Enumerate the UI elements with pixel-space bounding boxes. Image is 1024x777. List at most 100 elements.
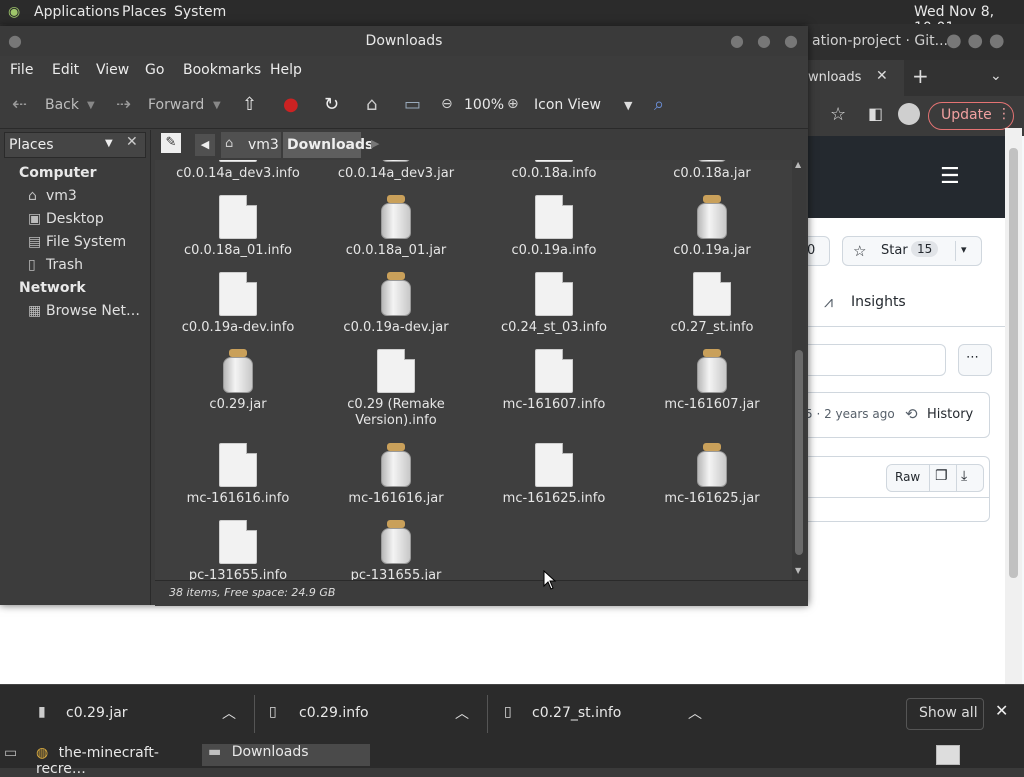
- download-icon[interactable]: ⤓: [961, 468, 967, 484]
- file-item[interactable]: c0.24_st_03.info: [479, 272, 629, 336]
- path-forward-chevron-icon[interactable]: ▶: [371, 137, 379, 150]
- show-all-button[interactable]: Show all: [906, 698, 984, 730]
- menu-go[interactable]: Go: [145, 62, 164, 78]
- browser-tab[interactable]: wnloads ✕: [808, 60, 904, 96]
- gnome-logo-icon[interactable]: ◉: [8, 4, 20, 20]
- close-icon[interactable]: ●: [784, 31, 798, 50]
- forward-button[interactable]: Forward: [148, 97, 204, 113]
- file-item[interactable]: pc-131655.jar: [321, 520, 471, 580]
- forward-arrow-icon[interactable]: ⇢: [116, 94, 131, 115]
- sidebar-item-file-system[interactable]: ▤ File System: [28, 234, 126, 250]
- file-search-input[interactable]: [805, 344, 946, 376]
- file-item[interactable]: c0.0.18a_01.jar: [321, 195, 471, 259]
- up-arrow-icon[interactable]: ⇧: [242, 94, 257, 115]
- file-item[interactable]: c0.0.18a_01.info: [163, 195, 313, 259]
- window-buttons-icon[interactable]: ● ● ●: [946, 30, 1005, 51]
- browser-scrollbar[interactable]: [1005, 128, 1022, 684]
- show-desktop-icon[interactable]: ▭: [4, 745, 17, 765]
- close-sidebar-icon[interactable]: ✕: [126, 134, 138, 150]
- bookmark-star-icon[interactable]: ☆: [830, 104, 846, 125]
- file-item[interactable]: c0.0.19a.jar: [637, 195, 787, 259]
- sidebar-item-trash[interactable]: ▯ Trash: [28, 257, 83, 273]
- path-crumb-downloads[interactable]: Downloads: [283, 132, 373, 158]
- home-icon[interactable]: ⌂: [366, 94, 377, 115]
- file-item[interactable]: c0.29.jar: [163, 349, 313, 413]
- search-icon[interactable]: ⌕: [654, 94, 664, 115]
- tab-search-chevron-icon[interactable]: ⌄: [990, 68, 1002, 84]
- menu-bookmarks[interactable]: Bookmarks: [183, 62, 261, 78]
- places-menu[interactable]: Places: [122, 4, 167, 20]
- file-item[interactable]: c0.0.18a.jar: [637, 160, 787, 182]
- sidebar-selector[interactable]: Places ▼: [4, 132, 146, 158]
- menu-edit[interactable]: Edit: [52, 62, 79, 78]
- copy-icon[interactable]: ❐: [935, 468, 948, 484]
- file-icon-view[interactable]: c0.0.14a_dev3.info c0.0.14a_dev3.jar c0.0.…: [155, 160, 792, 580]
- star-button[interactable]: ☆ Star 15 ▾: [842, 236, 982, 266]
- reload-icon[interactable]: ↻: [324, 94, 339, 115]
- system-menu[interactable]: System: [174, 4, 226, 20]
- more-options-button[interactable]: ⋯: [958, 344, 992, 376]
- file-item[interactable]: mc-161607.info: [479, 349, 629, 413]
- back-arrow-icon[interactable]: ⇠: [12, 94, 27, 115]
- chevron-up-icon[interactable]: ︿: [688, 703, 702, 723]
- download-item[interactable]: ▮ c0.29.jar ︿: [0, 685, 254, 743]
- file-item[interactable]: mc-161616.jar: [321, 443, 471, 507]
- raw-button[interactable]: Raw: [895, 470, 920, 484]
- file-manager-titlebar[interactable]: ● Downloads ● ● ●: [0, 26, 808, 56]
- back-button[interactable]: Back: [45, 97, 79, 113]
- hamburger-menu-icon[interactable]: ☰: [940, 164, 960, 189]
- file-item[interactable]: c0.0.19a.info: [479, 195, 629, 259]
- new-tab-icon[interactable]: +: [912, 64, 929, 88]
- file-item[interactable]: mc-161616.info: [163, 443, 313, 507]
- edit-location-icon[interactable]: ✎: [161, 133, 181, 153]
- chevron-up-icon[interactable]: ︿: [455, 703, 469, 723]
- file-item[interactable]: mc-161607.jar: [637, 349, 787, 413]
- sidebar-item-desktop[interactable]: ▣ Desktop: [28, 211, 104, 227]
- minimize-icon[interactable]: ●: [730, 31, 744, 50]
- side-panel-icon[interactable]: ◧: [868, 104, 883, 123]
- menu-file[interactable]: File: [10, 62, 33, 78]
- taskbar-item-browser[interactable]: ◍ the-minecraft-recre…: [36, 745, 200, 777]
- applications-menu[interactable]: Applications: [34, 4, 120, 20]
- file-item[interactable]: c0.0.19a-dev.info: [163, 272, 313, 336]
- computer-icon[interactable]: ▭: [404, 94, 421, 115]
- file-item[interactable]: c0.0.14a_dev3.jar: [321, 160, 471, 182]
- file-item[interactable]: mc-161625.info: [479, 443, 629, 507]
- view-mode-select[interactable]: Icon View: [534, 97, 601, 113]
- file-item[interactable]: c0.0.19a-dev.jar: [321, 272, 471, 336]
- zoom-out-icon[interactable]: ⊖: [441, 96, 453, 112]
- back-history-chevron-icon[interactable]: ▼: [87, 100, 95, 111]
- sidebar-item-vm3[interactable]: ⌂ vm3: [28, 188, 77, 204]
- taskbar-item-downloads[interactable]: ▬ Downloads: [202, 744, 370, 766]
- path-back-chevron-icon[interactable]: ◀: [195, 134, 215, 156]
- profile-avatar-icon[interactable]: [898, 103, 920, 125]
- stop-icon[interactable]: ●: [283, 94, 299, 115]
- file-item[interactable]: c0.0.14a_dev3.info: [163, 160, 313, 182]
- chevron-up-icon[interactable]: ︿: [222, 703, 236, 723]
- file-item[interactable]: c0.0.18a.info: [479, 160, 629, 182]
- file-item[interactable]: c0.29 (Remake Version).info: [321, 349, 471, 429]
- star-dropdown-chevron-icon[interactable]: ▾: [961, 243, 967, 256]
- download-item[interactable]: ▯ c0.29.info ︿: [255, 685, 487, 743]
- menu-view[interactable]: View: [96, 62, 129, 78]
- history-link[interactable]: History: [927, 407, 973, 422]
- zoom-in-icon[interactable]: ⊕: [507, 96, 519, 112]
- scroll-down-icon[interactable]: ▼: [795, 566, 801, 575]
- download-item[interactable]: ▯ c0.27_st.info ︿: [488, 685, 720, 743]
- close-tab-icon[interactable]: ✕: [876, 68, 888, 84]
- file-item[interactable]: c0.27_st.info: [637, 272, 787, 336]
- file-view-scrollbar[interactable]: ▲ ▼: [792, 160, 806, 580]
- view-mode-chevron-icon[interactable]: ▼: [624, 99, 632, 112]
- insights-tab[interactable]: Insights: [851, 294, 906, 310]
- scroll-up-icon[interactable]: ▲: [795, 160, 801, 169]
- menu-help[interactable]: Help: [270, 62, 302, 78]
- close-download-bar-icon[interactable]: ✕: [995, 701, 1008, 720]
- update-button[interactable]: Update ⋮: [928, 102, 1014, 130]
- maximize-icon[interactable]: ●: [757, 31, 771, 50]
- path-crumb-vm3[interactable]: ⌂ vm3: [221, 132, 281, 158]
- sidebar-item-browse-network[interactable]: ▦ Browse Net…: [28, 303, 140, 319]
- forward-history-chevron-icon[interactable]: ▼: [213, 100, 221, 111]
- file-item[interactable]: pc-131655.info: [163, 520, 313, 580]
- scroll-thumb[interactable]: [795, 350, 803, 555]
- file-item[interactable]: mc-161625.jar: [637, 443, 787, 507]
